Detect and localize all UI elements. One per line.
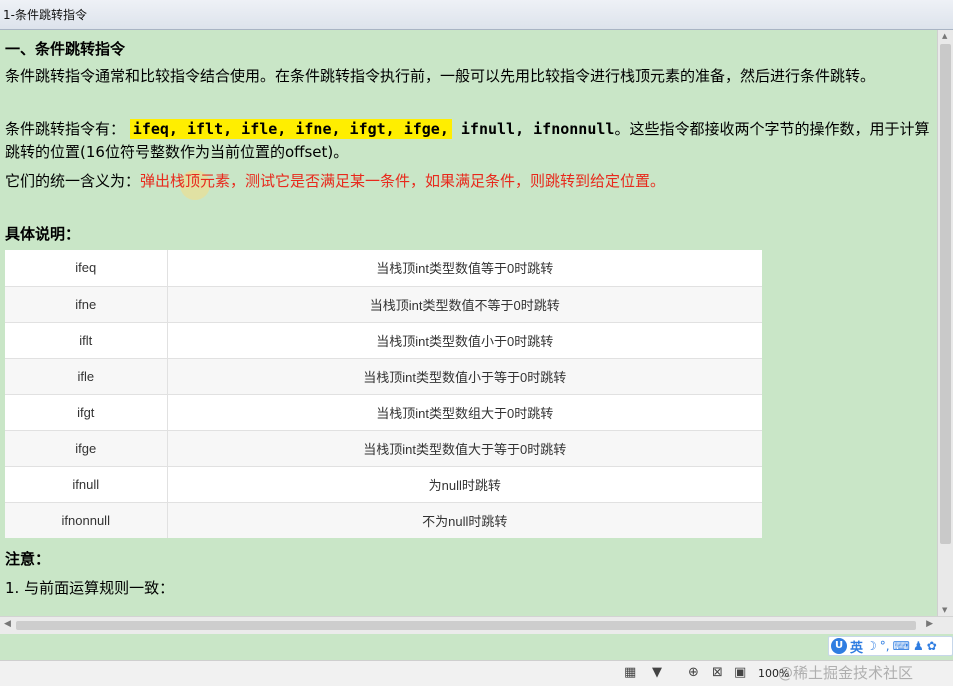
skin-icon[interactable]: ✿ xyxy=(927,639,937,653)
punctuation-icon[interactable]: °, xyxy=(880,639,890,653)
opcode-cell: ifnonnull xyxy=(5,501,168,538)
section-heading: 一、条件跳转指令 xyxy=(5,40,126,58)
table-row: ifge 当栈顶int类型数值大于等于0时跳转 xyxy=(5,429,762,466)
moon-icon[interactable]: ☽ xyxy=(866,639,877,653)
description-cell: 当栈顶int类型数组大于0时跳转 xyxy=(167,393,762,430)
scroll-left-icon[interactable]: ◀ xyxy=(4,619,11,629)
instruction-table: ifeq 当栈顶int类型数值等于0时跳转 ifne 当栈顶int类型数值不等于… xyxy=(5,250,762,538)
meaning-red-text: 弹出栈顶元素，测试它是否满足某一条件，如果满足条件，则跳转到给定位置。 xyxy=(140,172,666,190)
description-cell: 当栈顶int类型数值不等于0时跳转 xyxy=(167,285,762,322)
ime-logo-icon[interactable]: U xyxy=(831,638,847,654)
opcode-cell: ifge xyxy=(5,429,168,466)
ime-language-toggle[interactable]: 英 xyxy=(850,637,863,656)
table-row: ifle 当栈顶int类型数值小于等于0时跳转 xyxy=(5,357,762,394)
scroll-down-icon[interactable]: ▼ xyxy=(942,606,947,614)
scroll-up-icon[interactable]: ▲ xyxy=(942,32,947,40)
opcode-cell: ifnull xyxy=(5,465,168,502)
note-item: 1. 与前面运算规则一致： xyxy=(5,579,175,597)
table-row: ifnull 为null时跳转 xyxy=(5,465,762,502)
filter-icon[interactable]: ▼ xyxy=(652,665,662,680)
horizontal-scroll-thumb[interactable] xyxy=(16,621,916,630)
opcode-cell: ifeq xyxy=(5,250,168,286)
view-icon[interactable]: ▣ xyxy=(734,665,746,680)
window-title-bar: 1-条件跳转指令 xyxy=(0,0,953,30)
keyboard-icon[interactable]: ⌨ xyxy=(893,639,910,653)
window-title: 1-条件跳转指令 xyxy=(3,8,87,22)
description-cell: 不为null时跳转 xyxy=(167,501,762,538)
opcode-cell: ifgt xyxy=(5,393,168,430)
vertical-scrollbar[interactable]: ▲ ▼ xyxy=(937,30,953,616)
meaning-prefix: 它们的统一含义为： xyxy=(5,172,141,190)
opcode-cell: ifle xyxy=(5,357,168,394)
document-content: 一、条件跳转指令 条件跳转指令通常和比较指令结合使用。在条件跳转指令执行前，一般… xyxy=(0,30,937,616)
table-row: iflt 当栈顶int类型数值小于0时跳转 xyxy=(5,321,762,358)
user-icon[interactable]: ♟ xyxy=(913,639,924,653)
description-cell: 当栈顶int类型数值小于等于0时跳转 xyxy=(167,357,762,394)
description-cell: 当栈顶int类型数值大于等于0时跳转 xyxy=(167,429,762,466)
watermark-text: @稀土掘金技术社区 xyxy=(778,664,914,682)
description-cell: 为null时跳转 xyxy=(167,465,762,502)
horizontal-scrollbar[interactable]: ◀ ▶ xyxy=(0,616,953,634)
intro-paragraph: 条件跳转指令通常和比较指令结合使用。在条件跳转指令执行前，一般可以先用比较指令进… xyxy=(5,67,876,85)
ime-toolbar[interactable]: U 英 ☽ °, ⌨ ♟ ✿ xyxy=(828,636,953,656)
table-row: ifne 当栈顶int类型数值不等于0时跳转 xyxy=(5,285,762,322)
highlighted-instructions: ifeq, iflt, ifle, ifne, ifgt, ifge, xyxy=(129,119,452,139)
other-instructions: ifnull, ifnonnull xyxy=(451,120,615,138)
opcode-cell: ifne xyxy=(5,285,168,322)
table-row: ifnonnull 不为null时跳转 xyxy=(5,501,762,538)
table-row: ifgt 当栈顶int类型数组大于0时跳转 xyxy=(5,393,762,430)
opcode-cell: iflt xyxy=(5,321,168,358)
grid-icon[interactable]: ⊠ xyxy=(712,665,723,680)
details-heading: 具体说明： xyxy=(5,225,81,243)
scroll-right-icon[interactable]: ▶ xyxy=(926,619,933,629)
description-cell: 当栈顶int类型数值小于0时跳转 xyxy=(167,321,762,358)
layout-icon[interactable]: ▦ xyxy=(624,665,636,680)
description-cell: 当栈顶int类型数值等于0时跳转 xyxy=(376,261,554,277)
instruction-list-paragraph: 条件跳转指令有： ifeq, iflt, ifle, ifne, ifgt, i… xyxy=(5,118,935,164)
table-row: ifeq 当栈顶int类型数值等于0时跳转 xyxy=(5,250,762,286)
vertical-scroll-thumb[interactable] xyxy=(940,44,951,544)
note-heading: 注意： xyxy=(5,550,51,568)
navigation-icon[interactable]: ⊕ xyxy=(688,665,699,680)
meaning-paragraph: 它们的统一含义为：弹出栈顶元素，测试它是否满足某一条件，如果满足条件，则跳转到给… xyxy=(5,170,935,193)
list-prefix: 条件跳转指令有： xyxy=(5,120,126,138)
status-bar: ▦ ▼ ⊕ ⊠ ▣ 100% @稀土掘金技术社区 xyxy=(0,660,953,686)
